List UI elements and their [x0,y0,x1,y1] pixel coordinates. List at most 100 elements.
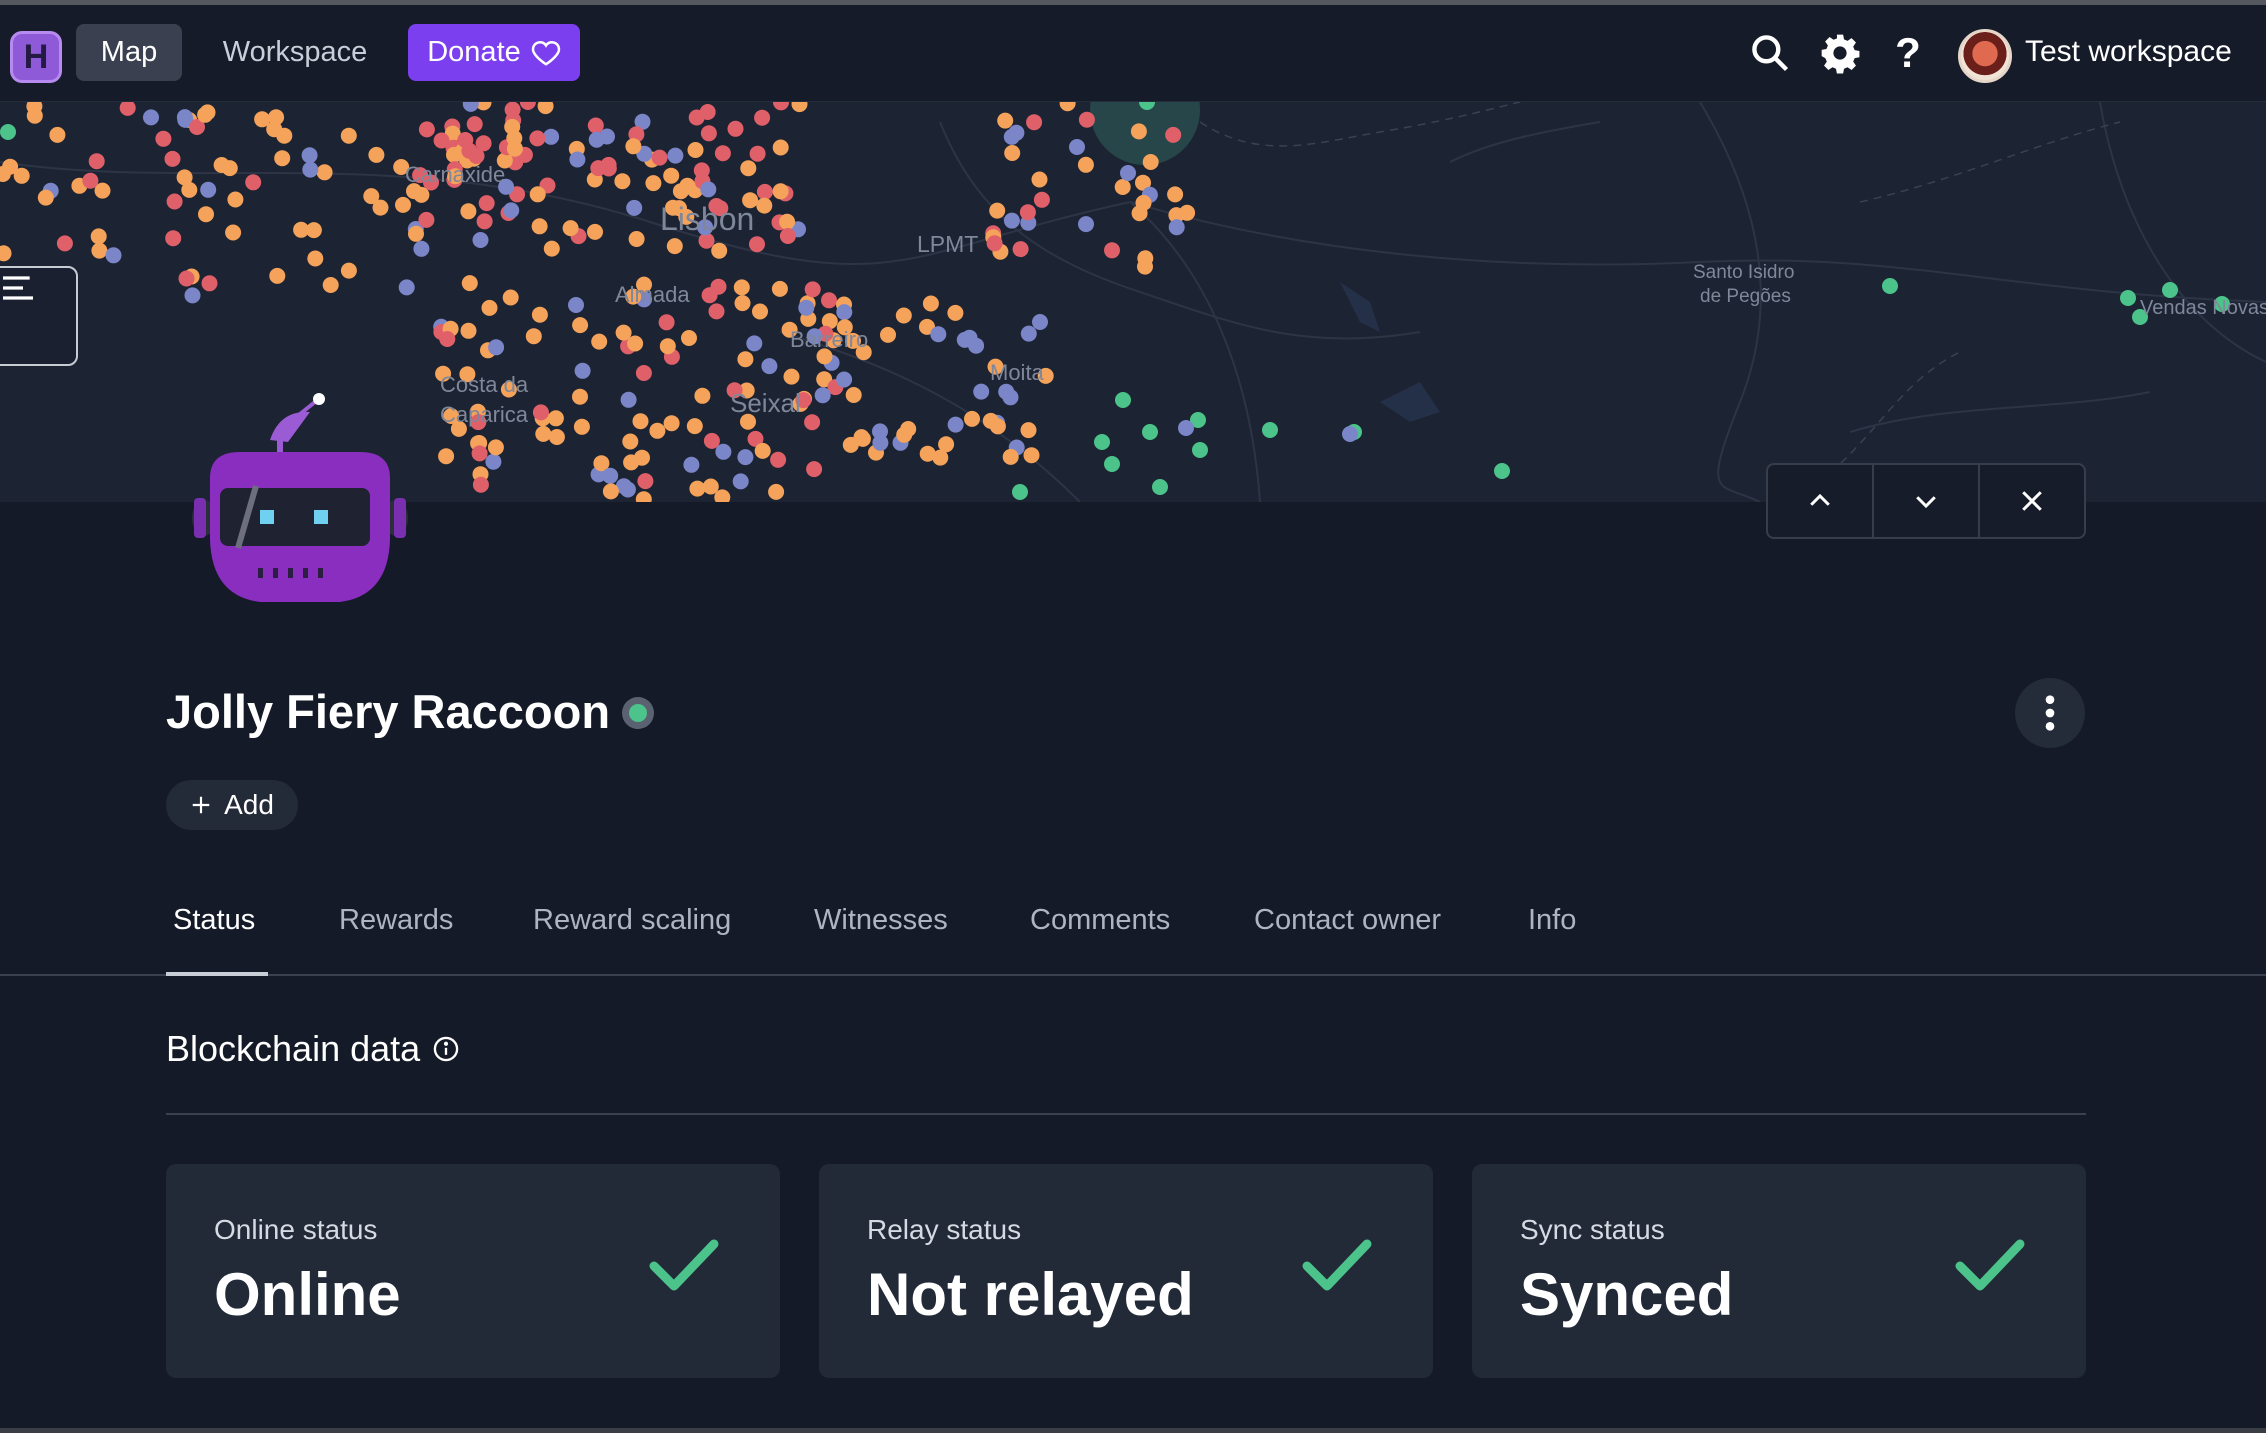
map-hotspot-marker[interactable] [740,160,757,177]
map-hotspot-marker[interactable] [1033,191,1050,208]
map-hotspot-marker[interactable] [569,151,586,168]
more-options-button[interactable] [2015,678,2085,748]
close-button[interactable] [1980,465,2084,537]
map-hotspot-marker[interactable] [895,307,912,324]
map-hotspot-marker[interactable] [620,391,637,408]
map-hotspot-marker[interactable] [1078,216,1094,233]
map-hotspot-marker[interactable] [433,132,450,149]
tab-witnesses[interactable]: Witnesses [814,904,948,937]
map-hotspot-marker[interactable] [947,304,964,321]
previous-button[interactable] [1768,465,1874,537]
donate-button[interactable]: Donate [408,24,580,81]
nav-workspace-button[interactable]: Workspace [205,24,385,81]
map-hotspot-marker[interactable] [197,106,214,123]
tab-status[interactable]: Status [173,904,255,937]
map-hotspot-marker[interactable] [572,317,589,334]
map-hotspot-marker[interactable] [1114,179,1131,195]
map-hotspot-marker[interactable] [466,116,483,133]
app-logo[interactable]: H [10,31,62,83]
map-hotspot-marker[interactable] [637,473,654,490]
map-hotspot-marker[interactable] [930,326,947,343]
map-hotspot-marker[interactable] [322,277,339,293]
tab-info[interactable]: Info [1528,904,1576,937]
map-hotspot-marker[interactable] [1104,242,1120,259]
map-hotspot-marker[interactable] [82,172,99,189]
map-hotspot-marker[interactable] [737,351,754,368]
map-hotspot-marker[interactable] [649,422,666,439]
map-hotspot-marker[interactable] [0,124,16,140]
map-hotspot-marker[interactable] [746,335,763,352]
map-hotspot-marker[interactable] [413,240,430,257]
map-hotspot-marker[interactable] [694,387,711,404]
map-hotspot-marker[interactable] [1178,420,1194,436]
map-hotspot-marker[interactable] [481,299,498,316]
map-hotspot-marker[interactable] [686,418,703,435]
map-hotspot-marker[interactable] [667,147,684,164]
map-hotspot-marker[interactable] [997,112,1014,129]
map-hotspot-marker[interactable] [525,328,542,345]
map-hotspot-marker[interactable] [91,242,108,259]
next-button[interactable] [1874,465,1980,537]
map-hotspot-marker[interactable] [635,365,652,381]
map-hotspot-marker[interactable] [438,448,455,465]
map-hotspot-marker[interactable] [543,128,560,145]
map-hotspot-marker[interactable] [1494,463,1510,479]
map-hotspot-marker[interactable] [293,221,310,238]
map-hotspot-marker[interactable] [368,146,385,163]
map-hotspot-marker[interactable] [779,213,796,230]
map-hotspot-marker[interactable] [1032,314,1048,330]
map-hotspot-marker[interactable] [804,281,821,298]
map-hotspot-marker[interactable] [413,186,430,203]
map-hotspot-marker[interactable] [1094,434,1110,450]
map-hotspot-marker[interactable] [49,126,66,143]
map-hotspot-marker[interactable] [529,130,546,147]
map-hotspot-marker[interactable] [478,195,495,212]
map-hotspot-marker[interactable] [622,433,639,450]
map-hotspot-marker[interactable] [537,102,554,115]
map-hotspot-marker[interactable] [588,131,605,148]
map-hotspot-marker[interactable] [798,299,815,316]
map-hotspot-marker[interactable] [227,191,244,208]
map-hotspot-marker[interactable] [178,270,195,287]
add-button[interactable]: Add [166,780,298,830]
map-hotspot-marker[interactable] [274,150,291,167]
map-hotspot-marker[interactable] [961,329,978,346]
map-hotspot-marker[interactable] [814,387,831,404]
map-hotspot-marker[interactable] [269,267,286,284]
map-hotspot-marker[interactable] [485,453,502,470]
map-hotspot-marker[interactable] [1020,325,1037,342]
map-hotspot-marker[interactable] [922,295,939,312]
map-hotspot-marker[interactable] [768,483,785,500]
map-hotspot-marker[interactable] [714,145,731,162]
map-hotspot-marker[interactable] [301,147,318,164]
map-hotspot-marker[interactable] [302,161,319,178]
map-hotspot-marker[interactable] [1179,204,1196,221]
map-hotspot-marker[interactable] [2162,282,2178,298]
map-hotspot-marker[interactable] [529,186,546,203]
workspace-name[interactable]: Test workspace [2025,35,2232,69]
map-hotspot-marker[interactable] [772,183,789,200]
map-hotspot-marker[interactable] [989,202,1006,219]
map-hotspot-marker[interactable] [1262,422,1278,438]
map-hotspot-marker[interactable] [973,383,990,400]
map-hotspot-marker[interactable] [1003,212,1020,229]
map-hotspot-marker[interactable] [761,358,778,375]
map-hotspot-marker[interactable] [56,235,73,252]
map-hotspot-marker[interactable] [1020,422,1037,439]
map-hotspot-marker[interactable] [749,236,765,253]
map-hotspot-marker[interactable] [733,279,750,296]
map-hotspot-marker[interactable] [752,303,768,320]
map-hotspot-marker[interactable] [1059,102,1076,112]
map-hotspot-marker[interactable] [1012,484,1028,500]
map-hotspot-marker[interactable] [176,169,193,186]
map-hotspot-marker[interactable] [681,330,697,346]
map-hotspot-marker[interactable] [119,102,136,116]
map-hotspot-marker[interactable] [535,425,552,442]
map-hotspot-marker[interactable] [1115,392,1131,408]
search-icon[interactable] [1746,29,1794,77]
map-hotspot-marker[interactable] [1002,389,1019,406]
map-hotspot-marker[interactable] [476,213,493,230]
map-hotspot-marker[interactable] [573,418,590,435]
map-hotspot-marker[interactable] [488,339,505,356]
map-hotspot-marker[interactable] [1192,442,1208,458]
